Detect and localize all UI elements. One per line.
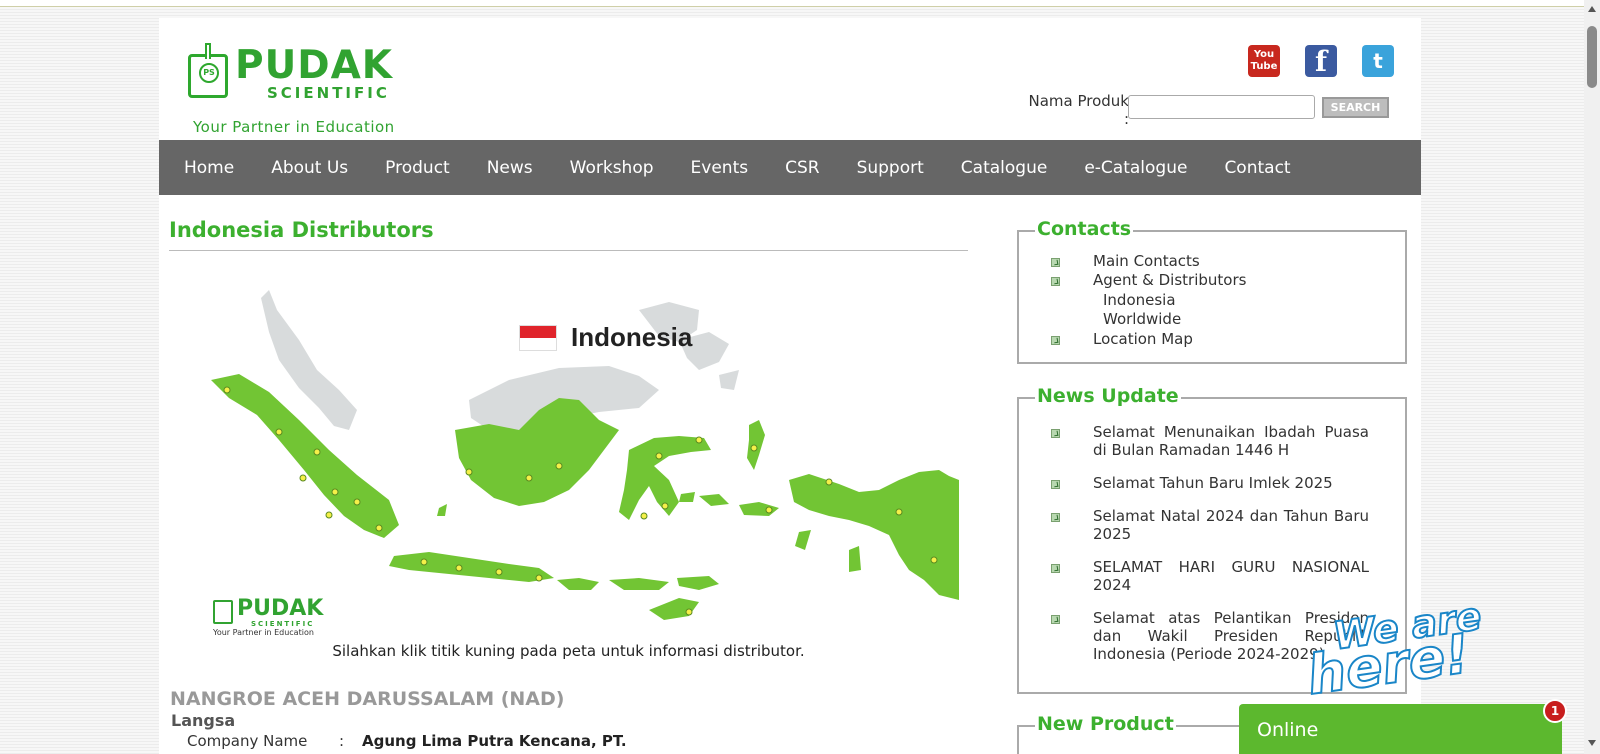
nav-home[interactable]: Home xyxy=(184,158,234,178)
nav-catalogue[interactable]: Catalogue xyxy=(961,158,1048,178)
bullet-icon xyxy=(1051,513,1060,522)
contact-agent-distributors[interactable]: Agent & Distributors xyxy=(1093,271,1246,289)
scroll-up-icon[interactable] xyxy=(1588,6,1596,12)
page-container: PS PUDAK SCIENTIFIC Your Partner in Educ… xyxy=(159,18,1421,754)
contact-indonesia[interactable]: Indonesia xyxy=(1103,291,1176,309)
nav-workshop[interactable]: Workshop xyxy=(570,158,654,178)
company-name-label: Company Name xyxy=(187,732,308,750)
twitter-icon[interactable]: t xyxy=(1362,45,1394,77)
news-item[interactable]: Selamat Natal 2024 dan Tahun Baru 2025 xyxy=(1093,507,1369,543)
map-title: Indonesia xyxy=(571,322,693,352)
logo-tagline: Your Partner in Education xyxy=(193,118,395,136)
bullet-icon xyxy=(1051,480,1060,489)
page-title: Indonesia Distributors xyxy=(169,218,434,242)
browser-top-edge xyxy=(0,0,1584,7)
nav-about-us[interactable]: About Us xyxy=(271,158,348,178)
logo-subtitle: SCIENTIFIC xyxy=(267,84,390,102)
we-are-here-banner[interactable]: We are here! xyxy=(1302,593,1485,708)
chat-status-label: Online xyxy=(1257,719,1319,741)
nav-news[interactable]: News xyxy=(487,158,533,178)
city-heading: Langsa xyxy=(171,711,236,730)
indonesia-map[interactable]: Indonesia PUDAK SCIENTIFIC Your Partner … xyxy=(199,280,959,650)
news-update-title: News Update xyxy=(1035,385,1181,407)
main-nav: Home About Us Product News Workshop Even… xyxy=(159,140,1421,195)
company-name-value: Agung Lima Putra Kencana, PT. xyxy=(362,732,627,750)
bullet-icon xyxy=(1051,564,1060,573)
logo-flask-icon: PS xyxy=(188,43,228,98)
youtube-icon[interactable]: You Tube xyxy=(1248,45,1280,77)
contact-main-contacts[interactable]: Main Contacts xyxy=(1093,252,1200,270)
facebook-icon[interactable]: f xyxy=(1305,45,1337,78)
chat-online-button[interactable]: Online xyxy=(1239,704,1562,754)
indonesia-flag-icon xyxy=(519,325,557,351)
news-item[interactable]: Selamat Tahun Baru Imlek 2025 xyxy=(1093,474,1369,492)
contacts-box: Contacts Main Contacts Agent & Distribut… xyxy=(1017,218,1407,364)
search-label: Nama Produk : xyxy=(1028,92,1130,128)
nav-events[interactable]: Events xyxy=(691,158,749,178)
neighbor-land xyxy=(261,290,739,430)
news-item[interactable]: Selamat Menunaikan Ibadah Puasa di Bulan… xyxy=(1093,423,1369,459)
scroll-down-icon[interactable] xyxy=(1588,740,1596,746)
map-watermark-logo: PUDAK SCIENTIFIC Your Partner in Educati… xyxy=(213,596,324,637)
title-divider xyxy=(169,250,968,251)
nav-contact[interactable]: Contact xyxy=(1224,158,1290,178)
region-heading: NANGROE ACEH DARUSSALAM (NAD) xyxy=(170,688,565,710)
nav-support[interactable]: Support xyxy=(857,158,924,178)
search-button[interactable]: SEARCH xyxy=(1322,97,1389,118)
company-colon: : xyxy=(339,732,345,750)
page-scrollbar[interactable] xyxy=(1584,0,1600,754)
bullet-icon xyxy=(1051,429,1060,438)
bullet-icon xyxy=(1051,277,1060,286)
logo-wordmark: PUDAK xyxy=(235,43,394,88)
new-product-title: New Product xyxy=(1035,713,1176,735)
bullet-icon xyxy=(1051,258,1060,267)
news-item[interactable]: SELAMAT HARI GURU NASIONAL 2024 xyxy=(1093,558,1369,594)
nav-e-catalogue[interactable]: e-Catalogue xyxy=(1084,158,1187,178)
nav-csr[interactable]: CSR xyxy=(785,158,819,178)
search-input[interactable] xyxy=(1128,95,1315,119)
bullet-icon xyxy=(1051,336,1060,345)
scrollbar-thumb[interactable] xyxy=(1587,26,1597,88)
contact-location-map[interactable]: Location Map xyxy=(1093,330,1193,348)
contact-worldwide[interactable]: Worldwide xyxy=(1103,310,1181,328)
bullet-icon xyxy=(1051,615,1060,624)
site-logo[interactable]: PS PUDAK SCIENTIFIC Your Partner in Educ… xyxy=(185,34,415,136)
map-caption: Silahkan klik titik kuning pada peta unt… xyxy=(332,642,805,660)
contacts-title: Contacts xyxy=(1035,218,1134,240)
chat-notification-badge: 1 xyxy=(1543,699,1567,723)
nav-product[interactable]: Product xyxy=(385,158,450,178)
